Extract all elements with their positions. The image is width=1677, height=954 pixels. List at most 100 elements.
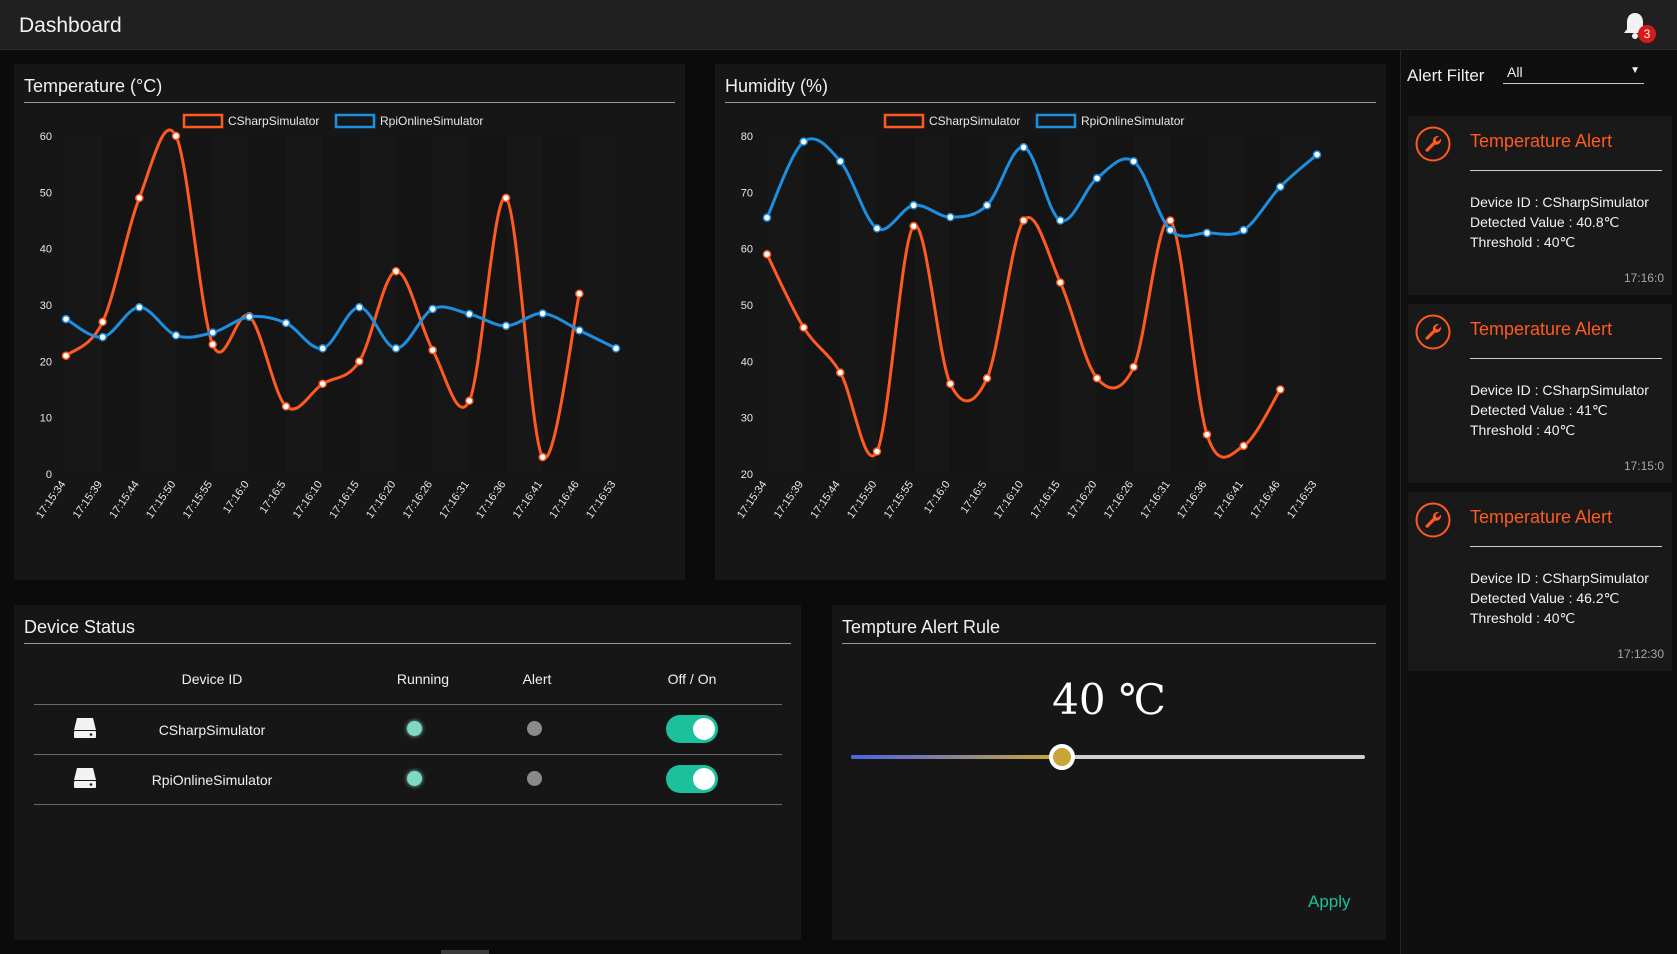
y-tick-label: 40 — [741, 356, 753, 368]
data-point[interactable] — [1202, 430, 1212, 439]
data-point[interactable] — [1239, 225, 1248, 235]
running-indicator — [407, 721, 422, 736]
data-point[interactable] — [1166, 216, 1175, 225]
device-power-toggle[interactable] — [666, 765, 718, 793]
data-point[interactable] — [391, 344, 401, 353]
data-point[interactable] — [1276, 385, 1285, 394]
data-point[interactable] — [465, 396, 474, 406]
data-point[interactable] — [946, 379, 955, 389]
apply-button[interactable]: Apply — [1308, 892, 1351, 912]
data-point[interactable] — [836, 368, 845, 377]
scrollbar-thumb[interactable] — [441, 950, 489, 954]
x-tick-label: 17:16:5 — [959, 479, 990, 516]
x-tick-label: 17:15:55 — [882, 479, 916, 521]
notifications-button[interactable]: 3 — [1620, 9, 1656, 43]
legend-label: CSharpSimulator — [929, 114, 1020, 128]
data-point[interactable] — [762, 213, 772, 222]
data-point[interactable] — [611, 344, 621, 353]
data-point[interactable] — [98, 317, 107, 327]
data-point[interactable] — [1056, 278, 1065, 287]
notification-badge: 3 — [1638, 25, 1656, 43]
plot-band — [1170, 136, 1207, 474]
x-tick-label: 17:16:15 — [327, 479, 361, 521]
data-point[interactable] — [281, 318, 291, 328]
threshold-slider[interactable] — [851, 744, 1365, 770]
alert-detected-value: Detected Value : 46.2℃ — [1470, 590, 1620, 606]
x-tick-label: 17:16:20 — [1065, 479, 1099, 521]
data-point[interactable] — [135, 303, 144, 312]
column-header-alert: Alert — [522, 671, 552, 687]
alert-filter-select[interactable]: All ▼ — [1503, 62, 1644, 84]
data-point[interactable] — [208, 328, 217, 337]
plot-band — [66, 136, 103, 474]
data-point[interactable] — [1166, 225, 1175, 235]
caret-down-icon: ▼ — [1630, 65, 1640, 76]
data-point[interactable] — [1312, 150, 1322, 159]
data-point[interactable] — [1202, 228, 1212, 238]
x-tick-label: 17:16:36 — [474, 479, 508, 521]
data-point[interactable] — [135, 193, 144, 203]
divider — [1470, 358, 1662, 359]
data-point[interactable] — [946, 212, 955, 222]
data-point[interactable] — [1019, 216, 1028, 225]
data-point[interactable] — [318, 344, 327, 353]
data-point[interactable] — [501, 193, 511, 203]
data-point[interactable] — [799, 137, 808, 146]
data-point[interactable] — [538, 309, 547, 318]
data-point[interactable] — [575, 326, 584, 335]
data-point[interactable] — [171, 331, 181, 340]
temperature-chart: 010203040506017:15:34 17:15:39 17:15:44 17:… — [34, 113, 621, 521]
data-point[interactable] — [872, 447, 882, 456]
data-point[interactable] — [355, 303, 364, 312]
data-point[interactable] — [501, 321, 511, 331]
data-point[interactable] — [909, 201, 918, 210]
data-point[interactable] — [428, 304, 437, 314]
data-point[interactable] — [171, 131, 181, 141]
data-point[interactable] — [61, 351, 71, 360]
plot-band — [1133, 136, 1171, 474]
data-point[interactable] — [982, 373, 992, 383]
data-point[interactable] — [909, 221, 918, 231]
legend-swatch — [334, 113, 376, 129]
data-point[interactable] — [428, 345, 437, 355]
data-point[interactable] — [982, 201, 992, 210]
data-point[interactable] — [575, 289, 584, 298]
data-point[interactable] — [872, 224, 882, 233]
data-point[interactable] — [1129, 362, 1138, 372]
data-point[interactable] — [61, 314, 71, 324]
data-point[interactable] — [1092, 174, 1102, 183]
slider-thumb[interactable] — [1048, 744, 1075, 770]
data-point[interactable] — [98, 332, 107, 342]
alert-device: Device ID : CSharpSimulator — [1470, 570, 1649, 586]
data-point[interactable] — [799, 323, 808, 332]
data-point[interactable] — [465, 309, 474, 319]
data-point[interactable] — [391, 266, 401, 276]
x-tick-label: 17:16:31 — [437, 479, 471, 521]
wrench-icon — [1415, 502, 1451, 538]
alert-time: 17:16:0 — [1623, 271, 1664, 285]
data-point[interactable] — [762, 250, 772, 259]
data-point[interactable] — [1056, 216, 1065, 225]
data-point[interactable] — [538, 452, 547, 462]
x-tick-label: 17:16:46 — [547, 479, 581, 521]
plot-band — [469, 136, 506, 474]
alert-rule-title: Tempture Alert Rule — [842, 617, 1001, 637]
data-point[interactable] — [1092, 373, 1102, 383]
data-point[interactable] — [1019, 143, 1028, 152]
data-point[interactable] — [836, 157, 845, 166]
data-point[interactable] — [281, 402, 291, 411]
alert-card[interactable]: Temperature Alert Device ID : CSharpSimu… — [1408, 116, 1672, 295]
data-point[interactable] — [355, 357, 364, 366]
alert-card[interactable]: Temperature Alert Device ID : CSharpSimu… — [1408, 492, 1672, 671]
data-point[interactable] — [245, 312, 254, 322]
data-point[interactable] — [1129, 157, 1138, 166]
legend-label: RpiOnlineSimulator — [380, 114, 483, 128]
data-point[interactable] — [208, 340, 217, 349]
alert-card[interactable]: Temperature Alert Device ID : CSharpSimu… — [1408, 304, 1672, 483]
plot-band — [1097, 136, 1134, 474]
data-point[interactable] — [1239, 441, 1248, 451]
data-point[interactable] — [1276, 182, 1285, 191]
data-point[interactable] — [318, 379, 327, 389]
alert-time: 17:12:30 — [1617, 647, 1664, 661]
device-power-toggle[interactable] — [666, 715, 718, 743]
